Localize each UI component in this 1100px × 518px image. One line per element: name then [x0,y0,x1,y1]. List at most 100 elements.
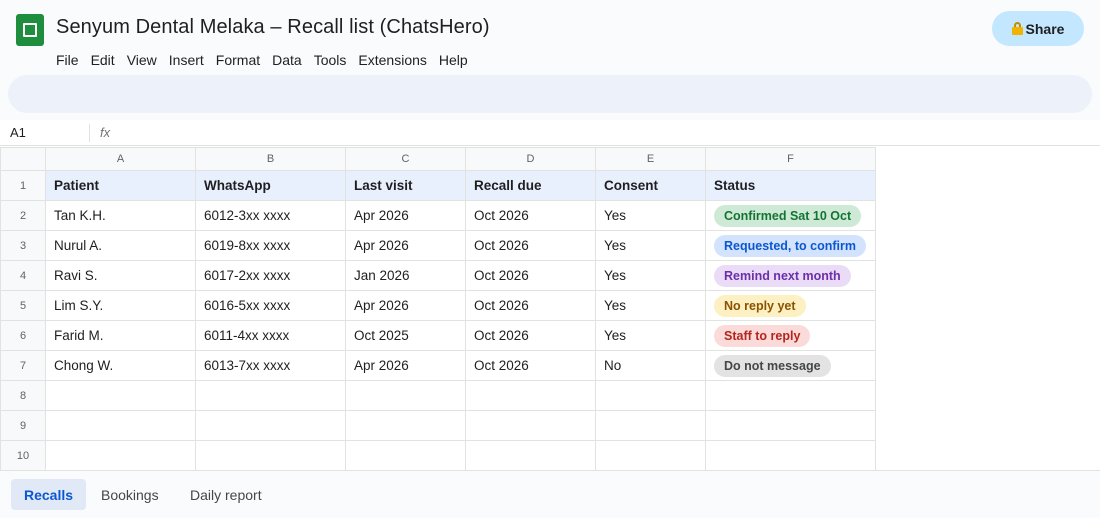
last-visit-cell[interactable]: Jan 2026 [345,260,466,291]
status-cell[interactable]: No reply yet [705,290,876,321]
header-cell-patient[interactable]: Patient [45,170,196,201]
empty-cell[interactable] [465,440,596,471]
menu-insert[interactable]: Insert [163,50,210,70]
header-cell-consent[interactable]: Consent [595,170,706,201]
status-badge: Confirmed Sat 10 Oct [714,204,862,227]
sheet-tab-bookings[interactable]: Bookings [88,479,172,510]
consent-cell[interactable]: Yes [595,320,706,351]
column-header-c[interactable]: C [345,147,466,171]
formula-divider [89,124,90,142]
recall-due-cell[interactable]: Oct 2026 [465,200,596,231]
header-cell-whatsapp[interactable]: WhatsApp [195,170,346,201]
last-visit-cell[interactable]: Oct 2025 [345,320,466,351]
status-cell[interactable]: Staff to reply [705,320,876,351]
menu-view[interactable]: View [121,50,163,70]
empty-cell[interactable] [45,380,196,411]
status-cell[interactable]: Requested, to confirm [705,230,876,261]
row-header[interactable]: 10 [0,440,46,471]
consent-cell[interactable]: No [595,350,706,381]
empty-cell[interactable] [195,380,346,411]
menu-file[interactable]: File [50,50,85,70]
recall-due-cell[interactable]: Oct 2026 [465,320,596,351]
table-row: 1 Patient WhatsApp Last visit Recall due… [0,170,876,201]
document-title[interactable]: Senyum Dental Melaka – Recall list (Chat… [56,16,490,39]
column-header-f[interactable]: F [705,147,876,171]
recall-due-cell[interactable]: Oct 2026 [465,260,596,291]
patient-cell[interactable]: Chong W. [45,350,196,381]
column-header-d[interactable]: D [465,147,596,171]
status-cell[interactable]: Confirmed Sat 10 Oct [705,200,876,231]
last-visit-cell[interactable]: Apr 2026 [345,290,466,321]
patient-cell[interactable]: Tan K.H. [45,200,196,231]
column-header-e[interactable]: E [595,147,706,171]
row-header[interactable]: 4 [0,260,46,291]
menu-format[interactable]: Format [210,50,266,70]
select-all-corner[interactable] [0,147,46,171]
empty-cell[interactable] [45,440,196,471]
row-header[interactable]: 8 [0,380,46,411]
sheet-tab-recalls[interactable]: Recalls [11,479,87,510]
recall-due-cell[interactable]: Oct 2026 [465,230,596,261]
name-box[interactable]: A1 [10,125,26,140]
last-visit-cell[interactable]: Apr 2026 [345,230,466,261]
spreadsheet-grid: A B C D E F 1 Patient WhatsApp Last visi… [0,146,1100,471]
row-header[interactable]: 9 [0,410,46,441]
empty-cell[interactable] [595,410,706,441]
consent-cell[interactable]: Yes [595,200,706,231]
patient-cell[interactable]: Nurul A. [45,230,196,261]
header-cell-recall-due[interactable]: Recall due [465,170,596,201]
empty-cell[interactable] [345,410,466,441]
empty-cell[interactable] [465,380,596,411]
sheets-logo-icon[interactable] [16,14,44,46]
row-header[interactable]: 6 [0,320,46,351]
menu-edit[interactable]: Edit [85,50,121,70]
row-header[interactable]: 5 [0,290,46,321]
top-bar: Senyum Dental Melaka – Recall list (Chat… [0,0,1100,72]
header-cell-status[interactable]: Status [705,170,876,201]
row-header[interactable]: 3 [0,230,46,261]
patient-cell[interactable]: Lim S.Y. [45,290,196,321]
row-header[interactable]: 1 [0,170,46,201]
whatsapp-cell[interactable]: 6016-5xx xxxx [195,290,346,321]
row-header[interactable]: 2 [0,200,46,231]
menu-bar: File Edit View Insert Format Data Tools … [50,50,474,70]
column-header-a[interactable]: A [45,147,196,171]
status-cell[interactable]: Do not message [705,350,876,381]
status-badge: Do not message [714,354,831,377]
empty-cell[interactable] [195,440,346,471]
consent-cell[interactable]: Yes [595,260,706,291]
empty-cell[interactable] [195,410,346,441]
header-cell-last-visit[interactable]: Last visit [345,170,466,201]
menu-help[interactable]: Help [433,50,474,70]
whatsapp-cell[interactable]: 6019-8xx xxxx [195,230,346,261]
empty-cell[interactable] [705,410,876,441]
consent-cell[interactable]: Yes [595,290,706,321]
last-visit-cell[interactable]: Apr 2026 [345,200,466,231]
empty-cell[interactable] [705,380,876,411]
whatsapp-cell[interactable]: 6012-3xx xxxx [195,200,346,231]
empty-cell[interactable] [595,440,706,471]
patient-cell[interactable]: Ravi S. [45,260,196,291]
empty-cell[interactable] [465,410,596,441]
whatsapp-cell[interactable]: 6013-7xx xxxx [195,350,346,381]
last-visit-cell[interactable]: Apr 2026 [345,350,466,381]
menu-data[interactable]: Data [266,50,308,70]
recall-due-cell[interactable]: Oct 2026 [465,290,596,321]
consent-cell[interactable]: Yes [595,230,706,261]
whatsapp-cell[interactable]: 6011-4xx xxxx [195,320,346,351]
empty-cell[interactable] [45,410,196,441]
menu-tools[interactable]: Tools [308,50,353,70]
empty-cell[interactable] [705,440,876,471]
empty-cell[interactable] [595,380,706,411]
empty-cell[interactable] [345,440,466,471]
row-header[interactable]: 7 [0,350,46,381]
patient-cell[interactable]: Farid M. [45,320,196,351]
menu-extensions[interactable]: Extensions [352,50,432,70]
recall-due-cell[interactable]: Oct 2026 [465,350,596,381]
sheet-tab-daily-report[interactable]: Daily report [177,479,275,510]
empty-cell[interactable] [345,380,466,411]
share-button[interactable]: Share [992,11,1084,46]
whatsapp-cell[interactable]: 6017-2xx xxxx [195,260,346,291]
column-header-b[interactable]: B [195,147,346,171]
status-cell[interactable]: Remind next month [705,260,876,291]
